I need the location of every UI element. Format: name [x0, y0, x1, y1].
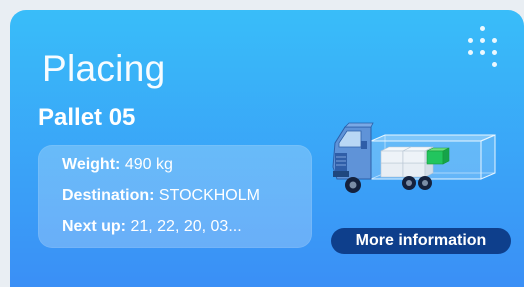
dot	[492, 38, 497, 43]
destination-label: Destination:	[62, 187, 155, 204]
pallet-info-box: Weight: 490 kg Destination: STOCKHOLM Ne…	[38, 145, 312, 248]
destination-row: Destination: STOCKHOLM	[62, 187, 260, 205]
dot	[492, 62, 497, 67]
dot	[480, 26, 485, 31]
placing-card: Placing Pallet 05 Weight: 490 kg Destina…	[10, 10, 524, 287]
pallet-label: Pallet 05	[38, 104, 136, 131]
dot	[492, 50, 497, 55]
next-up-label: Next up:	[62, 218, 126, 235]
next-up-value: 21, 22, 20, 03...	[130, 218, 242, 235]
loaded-pallets	[380, 146, 434, 178]
weight-row: Weight: 490 kg	[62, 156, 173, 174]
weight-label: Weight:	[62, 156, 121, 173]
dot	[480, 38, 485, 43]
truck-cab	[332, 122, 374, 180]
more-information-button[interactable]: More information	[331, 228, 511, 254]
destination-value: STOCKHOLM	[158, 187, 260, 204]
next-up-row: Next up: 21, 22, 20, 03...	[62, 218, 242, 236]
card-title: Placing	[42, 48, 166, 89]
dot	[480, 50, 485, 55]
dot	[468, 50, 473, 55]
dots-grid-icon[interactable]	[468, 25, 510, 67]
weight-value: 490 kg	[124, 156, 173, 173]
truck-cargo-illustration	[332, 122, 496, 193]
dot	[468, 38, 473, 43]
active-pallet	[426, 147, 450, 165]
